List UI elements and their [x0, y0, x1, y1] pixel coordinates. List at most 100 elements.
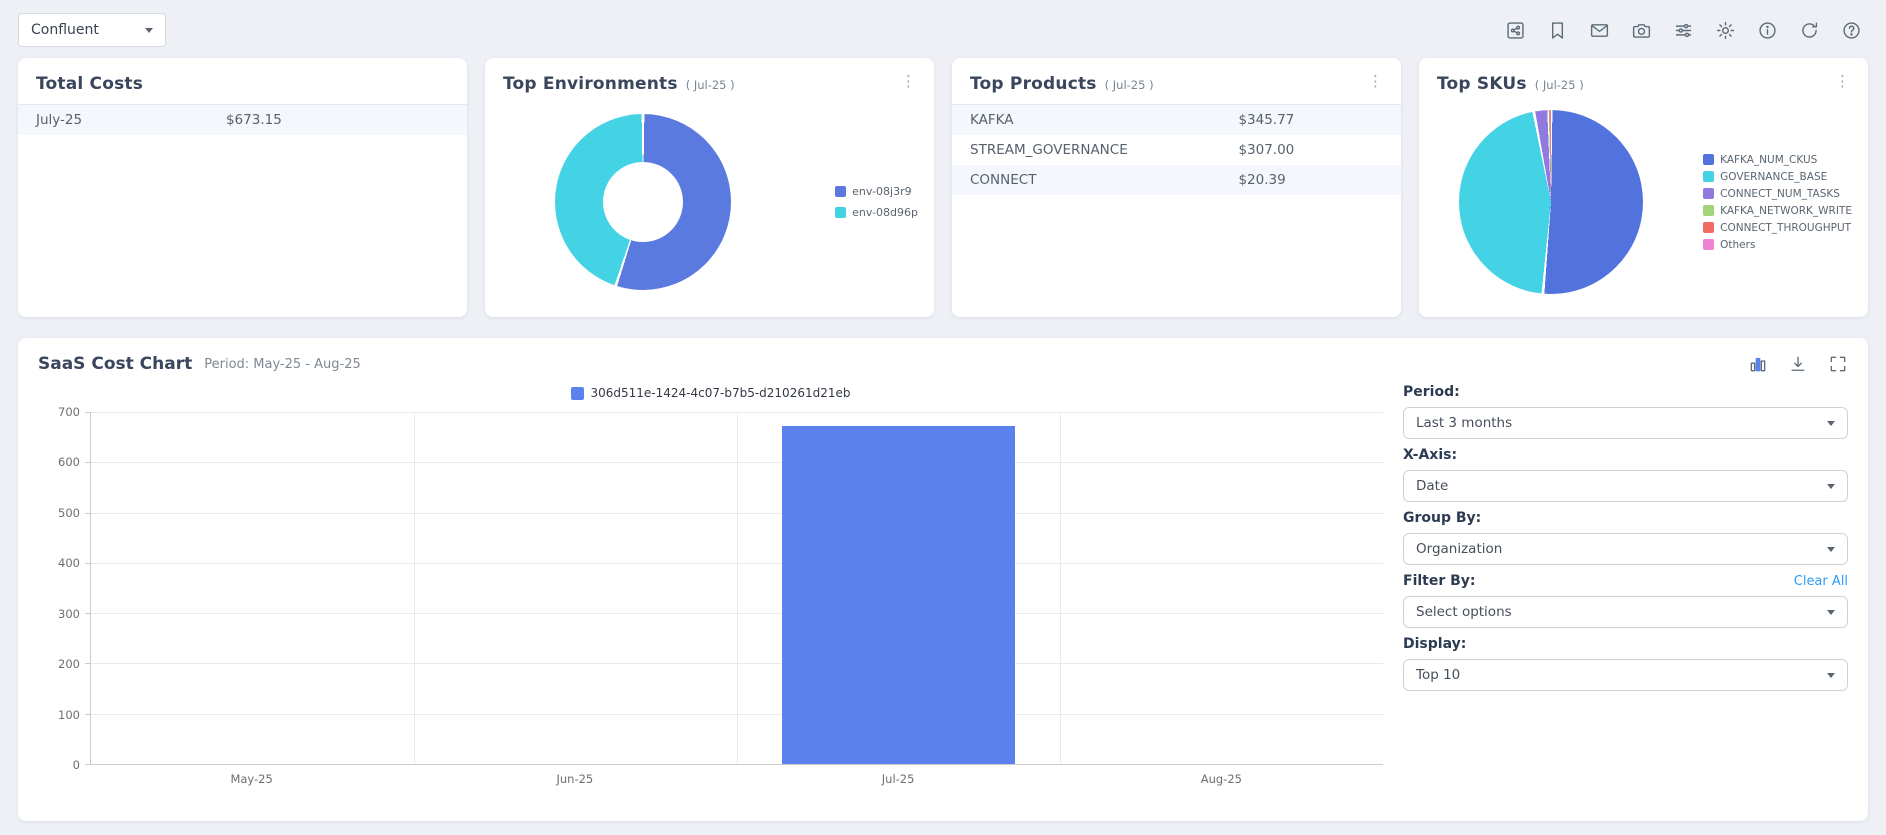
row-value: $20.39 [1238, 172, 1285, 188]
group-by-select[interactable]: Organization [1403, 533, 1848, 565]
filter-by-select-value: Select options [1416, 604, 1512, 620]
legend-swatch [1703, 239, 1714, 250]
share-icon[interactable] [1505, 20, 1526, 41]
legend-item[interactable]: GOVERNANCE_BASE [1703, 171, 1852, 183]
camera-icon[interactable] [1631, 20, 1652, 41]
legend-item[interactable]: KAFKA_NETWORK_WRITE [1703, 205, 1852, 217]
card-period-label: ( Jul-25 ) [686, 78, 735, 92]
legend-label: KAFKA_NUM_CKUS [1720, 154, 1817, 166]
legend-item[interactable]: CONNECT_THROUGHPUT [1703, 222, 1852, 234]
gear-icon[interactable] [1715, 20, 1736, 41]
card-period-label: ( Jul-25 ) [1535, 78, 1584, 92]
row-label: July-25 [36, 112, 226, 128]
mail-icon[interactable] [1589, 20, 1610, 41]
y-axis-labels: 0100200300400500600700 [38, 412, 90, 765]
table-row: July-25$673.15 [18, 105, 467, 135]
info-icon[interactable] [1757, 20, 1778, 41]
card-title: Top Products [970, 74, 1097, 94]
y-tick-label: 700 [58, 405, 80, 419]
display-label: Display: [1403, 636, 1848, 652]
chevron-down-icon [1827, 484, 1835, 489]
saas-chart-area: 306d511e-1424-4c07-b7b5-d210261d21eb 0 10… [38, 382, 1403, 786]
card-title: Top SKUs [1437, 74, 1527, 94]
chevron-down-icon [1827, 421, 1835, 426]
chevron-down-icon [145, 28, 153, 33]
fullscreen-icon[interactable] [1828, 354, 1848, 374]
card-title: Top Environments [503, 74, 678, 94]
environments-donut-chart[interactable] [555, 114, 731, 290]
display-select[interactable]: Top 10 [1403, 659, 1848, 691]
period-select[interactable]: Last 3 months [1403, 407, 1848, 439]
chevron-down-icon [1827, 547, 1835, 552]
topbar: Confluent [0, 0, 1886, 58]
skus-pie-chart[interactable] [1459, 110, 1643, 294]
x-axis-select-value: Date [1416, 478, 1448, 494]
clear-all-link[interactable]: Clear All [1794, 574, 1848, 589]
x-axis-select[interactable]: Date [1403, 470, 1848, 502]
y-tick-label: 0 [73, 758, 80, 772]
org-selector-value: Confluent [31, 22, 99, 38]
bar-Jul-25[interactable] [782, 426, 1015, 764]
period-label: Period: [1403, 384, 1848, 400]
chart-controls-panel: Period: Last 3 months X-Axis: Date Group… [1403, 382, 1848, 786]
legend-item[interactable]: KAFKA_NUM_CKUS [1703, 154, 1852, 166]
kebab-menu-icon[interactable]: ⋮ [901, 74, 916, 89]
bar-chart-icon[interactable] [1748, 354, 1768, 374]
top-products-card: Top Products ( Jul-25 ) ⋮ KAFKA$345.77ST… [952, 58, 1401, 317]
x-tick-label: Jul-25 [737, 772, 1060, 786]
refresh-icon[interactable] [1799, 20, 1820, 41]
donut-hole [603, 162, 684, 243]
legend-item[interactable]: Others [1703, 239, 1852, 251]
total-costs-table: July-25$673.15 [18, 104, 467, 135]
chevron-down-icon [1827, 673, 1835, 678]
row-label: KAFKA [970, 112, 1238, 128]
legend-label: GOVERNANCE_BASE [1720, 171, 1827, 183]
table-row: CONNECT$20.39 [952, 165, 1401, 195]
org-selector-dropdown[interactable]: Confluent [18, 13, 166, 47]
legend-swatch [835, 186, 846, 197]
top-skus-card: Top SKUs ( Jul-25 ) ⋮ KAFKA_NUM_CKUS GOVE… [1419, 58, 1868, 317]
x-axis-labels: May-25Jun-25Jul-25Aug-25 [90, 772, 1383, 786]
saas-cost-chart-card: SaaS Cost Chart Period: May-25 - Aug-25 … [18, 338, 1868, 821]
y-tick-label: 100 [58, 708, 80, 722]
legend-series-name: 306d511e-1424-4c07-b7b5-d210261d21eb [591, 386, 851, 400]
y-tick-label: 400 [58, 556, 80, 570]
filter-by-label: Filter By: [1403, 573, 1476, 589]
row-value: $345.77 [1238, 112, 1294, 128]
chevron-down-icon [1827, 610, 1835, 615]
group-by-select-value: Organization [1416, 541, 1502, 557]
skus-legend: KAFKA_NUM_CKUS GOVERNANCE_BASE CONNECT_NUM… [1703, 149, 1852, 256]
legend-item[interactable]: env-08d96p [835, 206, 918, 219]
kebab-menu-icon[interactable]: ⋮ [1368, 74, 1383, 89]
top-environments-card: Top Environments ( Jul-25 ) ⋮ env-08j3r9… [485, 58, 934, 317]
y-tick-label: 200 [58, 657, 80, 671]
sliders-icon[interactable] [1673, 20, 1694, 41]
legend-swatch [1703, 154, 1714, 165]
legend-swatch [1703, 205, 1714, 216]
legend-item[interactable]: env-08j3r9 [835, 185, 918, 198]
legend-label: KAFKA_NETWORK_WRITE [1720, 205, 1852, 217]
bookmark-icon[interactable] [1547, 20, 1568, 41]
download-icon[interactable] [1788, 354, 1808, 374]
saas-chart-legend[interactable]: 306d511e-1424-4c07-b7b5-d210261d21eb [38, 386, 1383, 400]
legend-swatch [1703, 188, 1714, 199]
toolbar-icon-row [1505, 20, 1862, 41]
total-costs-card: Total Costs July-25$673.15 [18, 58, 467, 317]
row-label: STREAM_GOVERNANCE [970, 142, 1238, 158]
table-row: KAFKA$345.77 [952, 105, 1401, 135]
legend-label: Others [1720, 239, 1755, 251]
legend-label: CONNECT_THROUGHPUT [1720, 222, 1851, 234]
filter-by-select[interactable]: Select options [1403, 596, 1848, 628]
kebab-menu-icon[interactable]: ⋮ [1835, 74, 1850, 89]
period-select-value: Last 3 months [1416, 415, 1512, 431]
top-products-table: KAFKA$345.77STREAM_GOVERNANCE$307.00CONN… [952, 104, 1401, 195]
y-tick-label: 300 [58, 607, 80, 621]
legend-swatch [1703, 222, 1714, 233]
help-icon[interactable] [1841, 20, 1862, 41]
y-tick-label: 600 [58, 455, 80, 469]
x-axis-label: X-Axis: [1403, 447, 1848, 463]
display-select-value: Top 10 [1416, 667, 1460, 683]
legend-item[interactable]: CONNECT_NUM_TASKS [1703, 188, 1852, 200]
saas-chart-title: SaaS Cost Chart [38, 354, 192, 374]
group-by-label: Group By: [1403, 510, 1848, 526]
